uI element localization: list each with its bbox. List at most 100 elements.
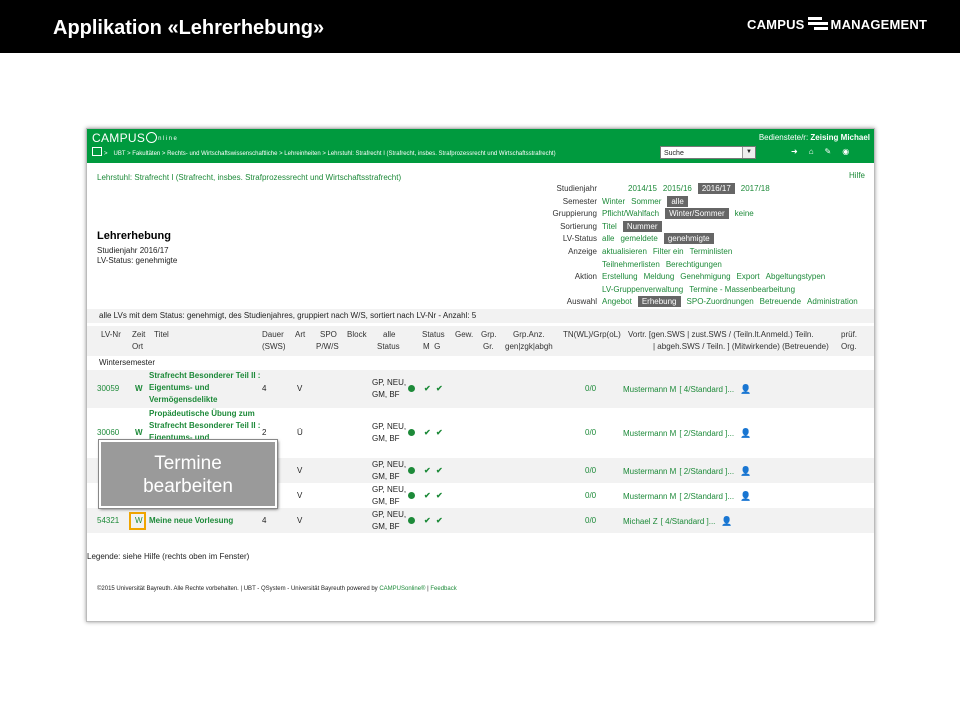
sws-link[interactable]: [ 2/Standard ]... <box>679 429 734 438</box>
status-dot-icon <box>408 466 415 474</box>
lv-number-link[interactable]: 54321 <box>97 515 119 527</box>
filter-option[interactable]: Erhebung <box>637 296 681 308</box>
campusonline-logo[interactable]: CAMPUS nline <box>92 131 178 145</box>
col-gew[interactable]: Gew. <box>455 329 473 341</box>
home-icon[interactable]: ⌂ <box>809 147 814 156</box>
person-icon[interactable]: 👤 <box>740 491 751 501</box>
filter-option[interactable]: gemeldete <box>620 234 657 243</box>
col-zeit[interactable]: Zeit <box>132 329 145 341</box>
title-link[interactable]: Meine neue Vorlesung <box>149 515 233 527</box>
filter-option[interactable]: Angebot <box>602 297 632 306</box>
status-m-check-icon: ✔ <box>424 384 431 393</box>
forward-icon[interactable]: > <box>104 151 108 157</box>
filter-option[interactable]: SPO-Zuordnungen <box>687 297 754 306</box>
filter-option[interactable]: Meldung <box>644 272 675 281</box>
title-link[interactable]: Strafrecht Besonderer Teil II : <box>149 420 260 432</box>
vortragende-link[interactable]: Mustermann M <box>623 429 676 438</box>
filter-option[interactable]: Terminlisten <box>690 247 733 256</box>
title-link[interactable]: Vermögensdelikte <box>149 394 217 406</box>
filter-option[interactable]: 2014/15 <box>628 184 657 193</box>
filter-option[interactable]: Pflicht/Wahlfach <box>602 209 659 218</box>
table-row[interactable]: 30059 W 4 V 0/0 Strafrecht Besonderer Teil II… <box>87 370 874 408</box>
lv-number-link[interactable]: 30060 <box>97 427 119 439</box>
filter-option[interactable]: Teilnehmerlisten <box>602 260 660 269</box>
title-link[interactable]: Propädeutische Übung zum <box>149 408 255 420</box>
person-icon[interactable]: 👤 <box>740 428 751 438</box>
status-dot-icon <box>408 491 415 499</box>
search-select[interactable]: Suche ▼ <box>660 146 756 159</box>
filter-option[interactable]: Winter <box>602 197 625 206</box>
filter-option[interactable]: Nummer <box>622 220 662 232</box>
help-link[interactable]: Hilfe <box>849 171 865 180</box>
dashboard-icon[interactable]: ◉ <box>842 147 849 156</box>
filter-option[interactable]: Filter ein <box>653 247 684 256</box>
filter-option[interactable]: Abgeltungstypen <box>766 272 826 281</box>
filter-option[interactable]: keine <box>735 209 754 218</box>
lv-number-link[interactable]: 30059 <box>97 383 119 395</box>
col-pws: P/W/S <box>316 342 339 351</box>
filter-option[interactable]: Sommer <box>631 197 661 206</box>
filter-option[interactable]: Berechtigungen <box>666 260 722 269</box>
filter-option[interactable]: alle <box>602 234 614 243</box>
edit-icon[interactable]: ✎ <box>825 147 832 156</box>
col-vortr[interactable]: Vortr. [gen.SWS | zust.SWS / (Teiln.lt.A… <box>628 329 814 341</box>
vortragende: Michael Z[ 4/Standard ]... 👤 <box>623 515 733 528</box>
logout-icon[interactable]: ➜ <box>791 147 798 156</box>
sws-link[interactable]: [ 2/Standard ]... <box>679 467 734 476</box>
col-grpanz[interactable]: Grp.Anz. <box>513 329 545 341</box>
filter-option[interactable]: aktualisieren <box>602 247 647 256</box>
vortragende-link[interactable]: Mustermann M <box>623 492 676 501</box>
table-row[interactable]: 54321 W 4 V 0/0 Meine neue Vorlesung GP, NEU, G… <box>87 508 874 533</box>
tn-link[interactable]: 0/0 <box>585 427 596 439</box>
person-icon[interactable]: 👤 <box>740 466 751 476</box>
col-titel[interactable]: Titel <box>154 329 169 341</box>
header-icons: ➜ ⌂ ✎ ◉ <box>791 147 860 156</box>
col-block[interactable]: Block <box>347 329 367 341</box>
tn-link[interactable]: 0/0 <box>585 465 596 477</box>
zeit-link[interactable]: W <box>135 383 143 395</box>
tn-link[interactable]: 0/0 <box>585 383 596 395</box>
filter-option[interactable]: Betreuende <box>760 297 801 306</box>
col-tn[interactable]: TN(WL)/Grp(oL) <box>563 329 621 341</box>
filter-option[interactable]: alle <box>667 195 688 207</box>
filter-option[interactable]: Winter/Sommer <box>665 208 729 220</box>
filter-option[interactable]: 2016/17 <box>697 183 735 194</box>
title-link[interactable]: Strafrecht Besonderer Teil II : <box>149 370 260 382</box>
filter-option[interactable]: LV-Gruppenverwaltung <box>602 285 683 294</box>
title-link[interactable]: Eigentums- und <box>149 382 209 394</box>
chair-link[interactable]: Lehrstuhl: Strafrecht I (Strafrecht, ins… <box>97 173 401 182</box>
col-spo[interactable]: SPO <box>320 329 337 341</box>
breadcrumb-text[interactable]: UBT > Fakultäten > Rechts- und Wirtschaf… <box>114 151 556 157</box>
filter-option[interactable]: Administration <box>807 297 858 306</box>
vortragende-link[interactable]: Mustermann M <box>623 385 676 394</box>
sws-link[interactable]: [ 4/Standard ]... <box>661 517 716 526</box>
feedback-link[interactable]: Feedback <box>430 586 456 592</box>
footer-campusonline-link[interactable]: CAMPUSonline® <box>379 586 425 592</box>
filter-option[interactable]: Titel <box>602 222 617 231</box>
filter-option[interactable]: Erstellung <box>602 272 638 281</box>
vortragende-link[interactable]: Michael Z <box>623 517 658 526</box>
sws-link[interactable]: [ 2/Standard ]... <box>679 492 734 501</box>
person-icon[interactable]: 👤 <box>740 384 751 394</box>
col-ort[interactable]: Ort <box>132 341 143 353</box>
col-lvnr[interactable]: LV-Nr <box>101 329 121 341</box>
filter-option[interactable]: 2017/18 <box>741 184 770 193</box>
filter-option[interactable]: genehmigte <box>663 233 714 245</box>
filter-option[interactable]: Termine - Massenbearbeitung <box>689 285 795 294</box>
person-icon[interactable]: 👤 <box>721 516 732 526</box>
vortragende-link[interactable]: Mustermann M <box>623 467 676 476</box>
filter-option[interactable]: Export <box>737 272 760 281</box>
filter-option[interactable]: Genehmigung <box>680 272 730 281</box>
sws-link[interactable]: [ 4/Standard ]... <box>679 385 734 394</box>
studienjahr-info: Studienjahr 2016/17 <box>97 246 169 255</box>
tn-link[interactable]: 0/0 <box>585 490 596 502</box>
tn-link[interactable]: 0/0 <box>585 515 596 527</box>
col-dauer[interactable]: Dauer <box>262 329 284 341</box>
zeit-link[interactable]: W <box>135 427 143 439</box>
chevron-down-icon[interactable]: ▼ <box>742 147 755 158</box>
filter-option[interactable]: 2015/16 <box>663 184 692 193</box>
col-grp[interactable]: Grp. <box>481 329 497 341</box>
col-status[interactable]: Status <box>377 341 400 353</box>
window-icon[interactable] <box>92 147 102 156</box>
col-art[interactable]: Art <box>295 329 305 341</box>
